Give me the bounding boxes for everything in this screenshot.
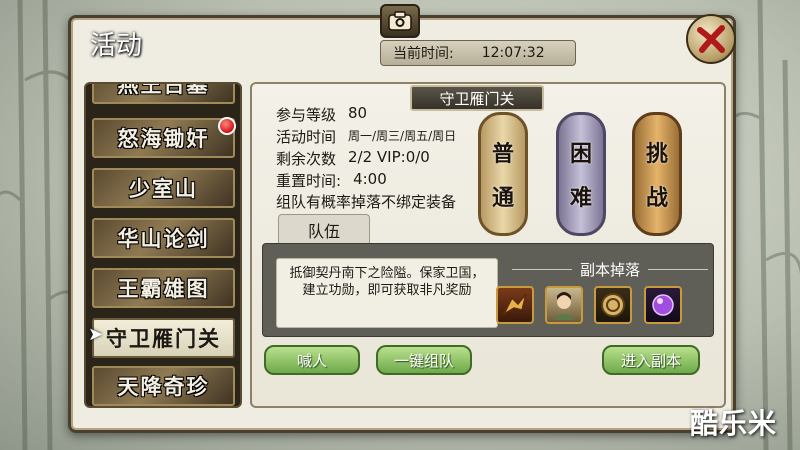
tab-shaoshi-mountain[interactable]: 少室山 — [92, 168, 235, 208]
hard-char-2: 难 — [569, 185, 592, 211]
activity-name-banner: 守卫雁门关 — [410, 85, 544, 111]
tab-huashan-lunjian[interactable]: 华山论剑 — [92, 218, 235, 258]
level-value: 80 — [348, 104, 368, 122]
time-value: 周一/周三/周五/周日 — [348, 129, 457, 143]
hard-char-1: 困 — [569, 141, 592, 167]
divider — [648, 268, 709, 270]
drop-title-text: 副本掉落 — [580, 260, 641, 279]
close-icon — [697, 25, 725, 53]
shout-button[interactable]: 喊人 — [264, 345, 360, 375]
window-title: 活动 — [90, 31, 143, 61]
difficulty-normal-button[interactable]: 普 通 — [478, 112, 528, 236]
tab-tianjiang-qizhen[interactable]: 天降奇珍 — [92, 366, 235, 406]
activity-description: 抵御契丹南下之险隘。保家卫国，建立功勋，即可获取非凡奖励 — [276, 258, 498, 328]
info-count-row: 剩余次数 2/2 VIP:0/0 — [276, 148, 430, 169]
current-time-display: 当前时间: 12:07:32 — [380, 40, 576, 66]
close-button[interactable] — [686, 14, 736, 64]
info-note-row: 组队有概率掉落不绑定装备 — [276, 191, 456, 212]
challenge-char-1: 挑 — [645, 141, 668, 167]
normal-char-2: 通 — [491, 185, 514, 211]
bamboo-right-decoration — [730, 0, 800, 450]
challenge-char-2: 战 — [645, 185, 668, 211]
current-time-value: 12:07:32 — [481, 45, 545, 61]
enter-dungeon-button[interactable]: 进入副本 — [602, 345, 700, 375]
drop-note: 组队有概率掉落不绑定装备 — [276, 193, 457, 211]
selected-arrow-icon: ➤ — [88, 324, 104, 345]
count-value: 2/2 VIP:0/0 — [348, 148, 430, 166]
drop-header: 副本掉落 — [512, 258, 709, 280]
current-time-label: 当前时间: — [393, 46, 454, 62]
watermark-logo: 酷乐米 — [690, 407, 778, 440]
info-time-row: 活动时间 周一/周三/周五/周日 — [276, 126, 456, 147]
team-tab[interactable]: 队伍 — [278, 214, 370, 244]
hero-portrait-icon — [554, 292, 574, 320]
difficulty-hard-button[interactable]: 困 难 — [556, 112, 606, 236]
notification-badge — [218, 117, 236, 135]
divider — [512, 268, 572, 270]
reset-label: 重置时间: — [276, 172, 342, 190]
drop-item-1[interactable] — [496, 286, 534, 324]
activity-tab-list[interactable]: 燕王古墓 怒海锄奸 少室山 华山论剑 王霸雄图 守卫雁门关 天降奇珍 — [84, 82, 242, 408]
tab-shouwei-yanmenguan[interactable]: 守卫雁门关 — [92, 318, 235, 358]
camera-icon — [388, 11, 412, 31]
info-reset-row: 重置时间: 4:00 — [276, 170, 387, 191]
drop-item-3[interactable] — [594, 286, 632, 324]
level-label: 参与等级 — [276, 106, 337, 124]
drop-item-2[interactable] — [545, 286, 583, 324]
reset-value: 4:00 — [353, 170, 387, 188]
quick-team-button[interactable]: 一键组队 — [376, 345, 472, 375]
count-label: 剩余次数 — [276, 150, 337, 168]
purple-gem-icon — [652, 294, 674, 316]
tab-wangba-xiongtu[interactable]: 王霸雄图 — [92, 268, 235, 308]
info-level-row: 参与等级 80 — [276, 104, 367, 125]
dragon-item-icon — [502, 293, 527, 316]
difficulty-challenge-button[interactable]: 挑 战 — [632, 112, 682, 236]
drop-item-4[interactable] — [644, 286, 682, 324]
tab-yanwang-tomb[interactable]: 燕王古墓 — [92, 84, 235, 104]
rune-coin-icon — [601, 293, 625, 317]
tab-nuhai-chujian[interactable]: 怒海锄奸 — [92, 118, 235, 158]
normal-char-1: 普 — [491, 141, 514, 167]
screenshot-button[interactable] — [380, 4, 420, 38]
time-label: 活动时间 — [276, 128, 337, 146]
